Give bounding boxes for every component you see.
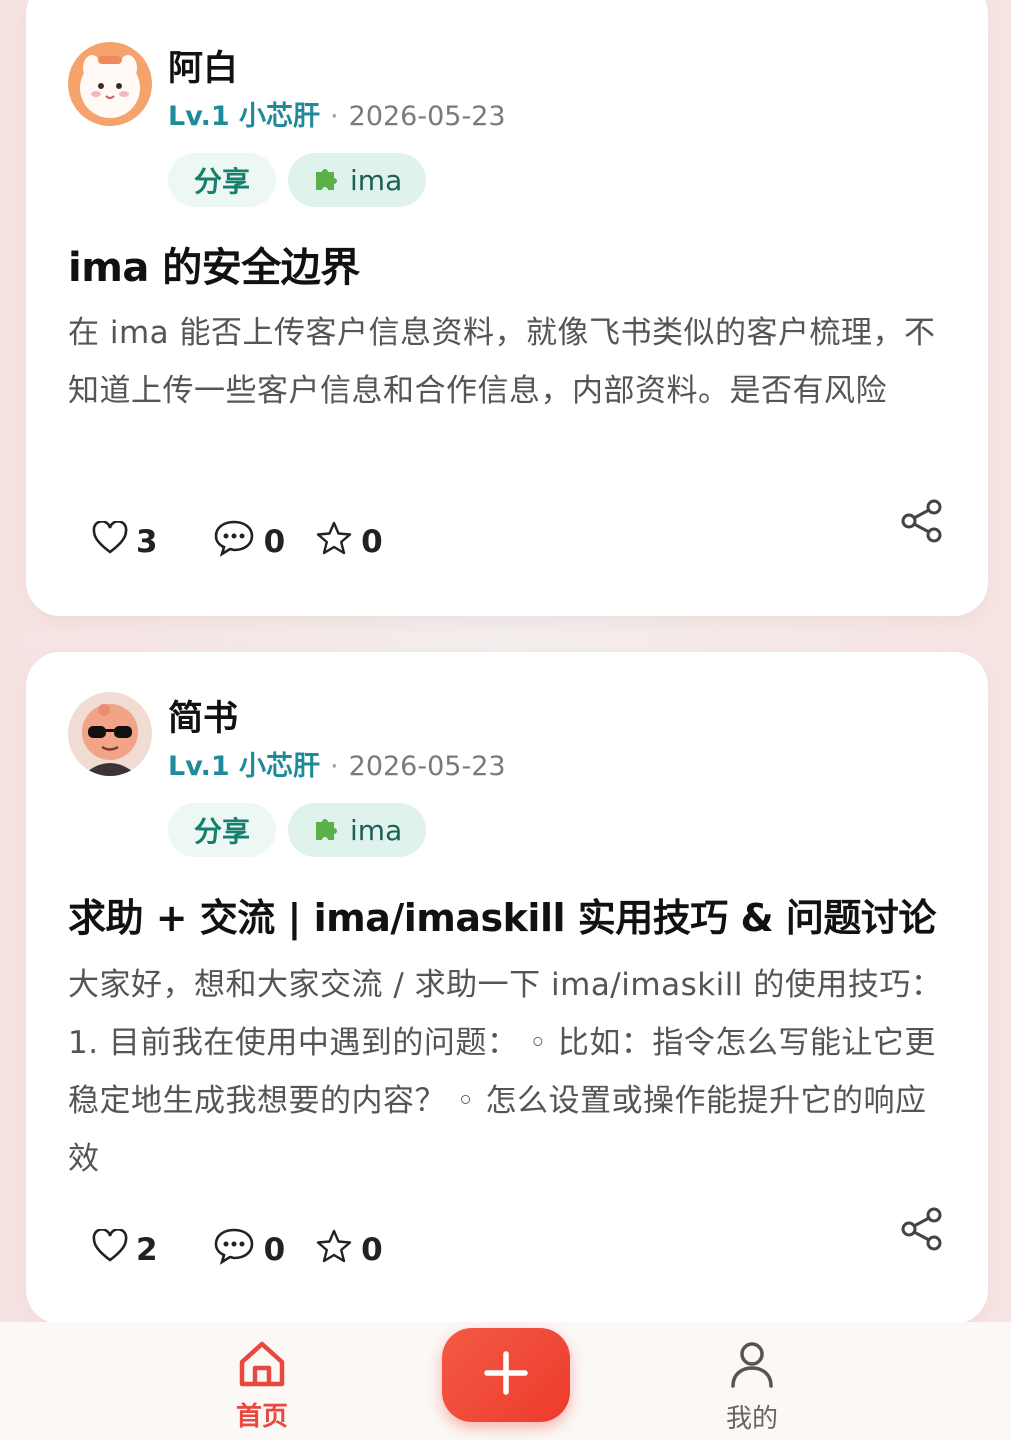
like-count: 3: [136, 524, 158, 560]
tag-share[interactable]: 分享: [168, 153, 277, 207]
tab-me[interactable]: 我的: [712, 1340, 792, 1435]
share-button[interactable]: [900, 498, 944, 548]
plus-icon: [483, 1350, 529, 1400]
tab-home[interactable]: 首页: [222, 1338, 302, 1433]
add-post-button[interactable]: [442, 1328, 570, 1422]
tag-ima[interactable]: ima: [288, 803, 427, 857]
post-card[interactable]: 阿白 Lv.1 小芯肝 · 2026-05-23 分享 ima ima 的安全边界 …: [26, 0, 988, 616]
like-count: 2: [136, 1232, 158, 1268]
avatar[interactable]: [68, 692, 152, 776]
post-actions: 3 0 0: [92, 518, 413, 566]
like-button[interactable]: 3: [92, 520, 158, 563]
star-icon: [315, 520, 361, 564]
share-icon: [900, 1207, 944, 1256]
author-name[interactable]: 简书: [168, 690, 238, 741]
share-icon: [900, 499, 944, 548]
post-date: 2026-05-23: [348, 751, 506, 782]
share-button[interactable]: [900, 1206, 944, 1256]
post-title[interactable]: 求助 + 交流 | ima/imaskill 实用技巧 & 问题讨论: [68, 887, 958, 942]
post-feed: 阿白 Lv.1 小芯肝 · 2026-05-23 分享 ima ima 的安全边界 …: [0, 0, 1011, 1322]
tab-me-label: 我的: [725, 1404, 778, 1434]
post-date: 2026-05-23: [348, 101, 506, 132]
post-actions: 2 0 0: [92, 1226, 413, 1274]
favorite-button[interactable]: 0: [315, 1228, 383, 1272]
tag-share[interactable]: 分享: [168, 803, 277, 857]
tag-ima[interactable]: ima: [288, 153, 427, 207]
tag-ima-label: ima: [350, 163, 403, 197]
favorite-button[interactable]: 0: [315, 520, 383, 564]
like-button[interactable]: 2: [92, 1228, 158, 1271]
puzzle-icon: [312, 812, 342, 849]
home-icon: [236, 1341, 288, 1394]
favorite-count: 0: [361, 524, 383, 560]
tag-ima-label: ima: [350, 813, 403, 847]
user-icon: [728, 1342, 776, 1394]
tag-list: 分享 ima: [168, 803, 427, 857]
puzzle-icon: [312, 162, 342, 199]
post-body[interactable]: 大家好，想和大家交流 / 求助一下 ima/imaskill 的使用技巧： 1.…: [68, 956, 948, 1188]
heart-icon: [92, 1228, 136, 1271]
meta-separator: ·: [330, 101, 339, 132]
user-level: Lv.1 小芯肝: [168, 101, 321, 132]
tag-list: 分享 ima: [168, 153, 427, 207]
comment-count: 0: [263, 524, 286, 560]
comment-button[interactable]: 0: [212, 1226, 286, 1274]
comment-icon: [212, 518, 264, 566]
comment-count: 0: [263, 1232, 286, 1268]
post-meta: Lv.1 小芯肝 · 2026-05-23: [168, 94, 506, 133]
comment-icon: [212, 1226, 264, 1274]
author-name[interactable]: 阿白: [168, 40, 238, 91]
tab-home-label: 首页: [235, 1402, 288, 1432]
post-card[interactable]: 简书 Lv.1 小芯肝 · 2026-05-23 分享 ima 求助 + 交流 | …: [26, 652, 988, 1322]
post-title[interactable]: ima 的安全边界: [68, 235, 958, 293]
heart-icon: [92, 520, 136, 563]
meta-separator: ·: [330, 751, 339, 782]
bottom-tab-bar: 首页 我的: [0, 1322, 1011, 1440]
favorite-count: 0: [361, 1232, 383, 1268]
comment-button[interactable]: 0: [212, 518, 286, 566]
star-icon: [315, 1228, 361, 1272]
post-body[interactable]: 在 ima 能否上传客户信息资料，就像飞书类似的客户梳理，不知道上传一些客户信息…: [68, 304, 948, 420]
avatar[interactable]: [68, 42, 152, 126]
post-meta: Lv.1 小芯肝 · 2026-05-23: [168, 744, 506, 783]
user-level: Lv.1 小芯肝: [168, 751, 321, 782]
